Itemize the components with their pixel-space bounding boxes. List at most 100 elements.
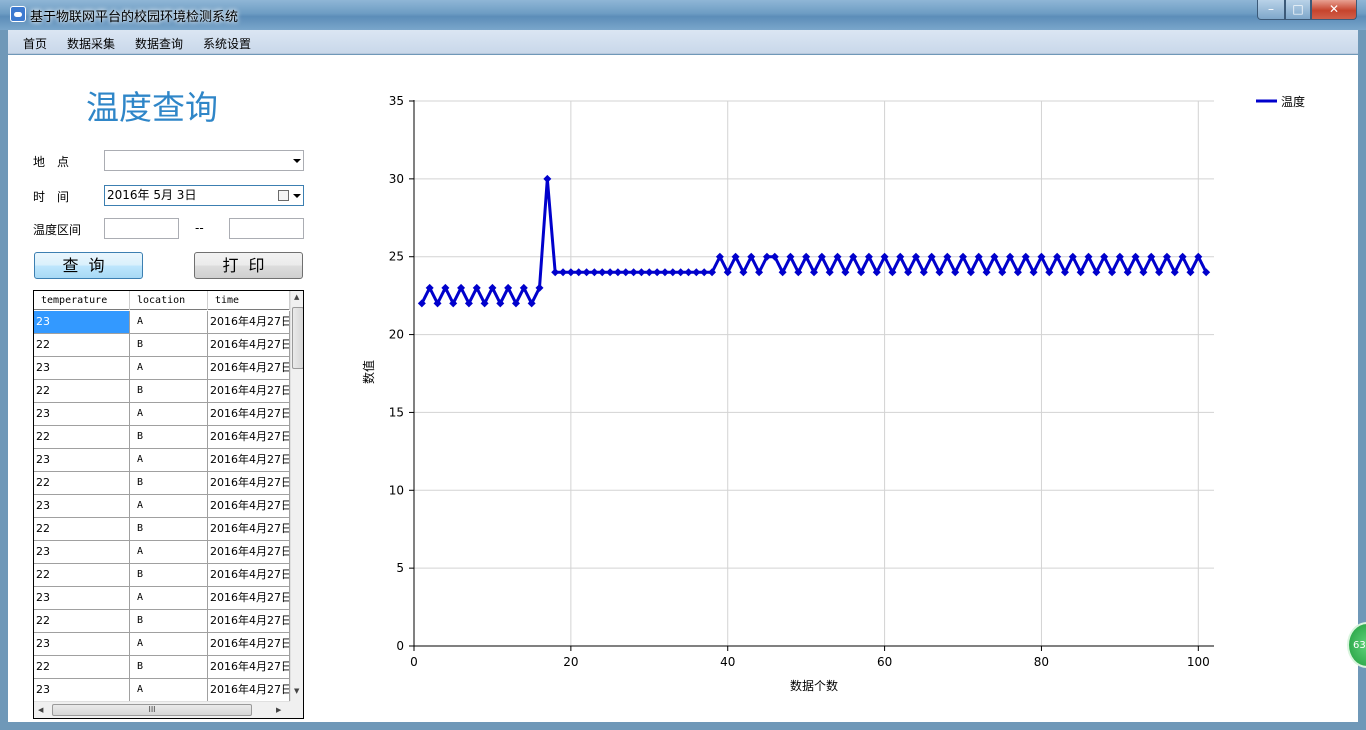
grid-cell-temperature[interactable]: 22	[34, 380, 130, 402]
grid-cell-time[interactable]: 2016年4月27日	[208, 403, 290, 425]
column-header-temperature[interactable]: temperature	[34, 291, 130, 310]
table-row[interactable]: 22 B 2016年4月27日	[34, 656, 290, 679]
title-bar[interactable]: 基于物联网平台的校园环境检测系统 – □ ✕	[0, 0, 1366, 30]
scroll-left-icon[interactable]: ◀	[38, 706, 43, 714]
table-row[interactable]: 23 A 2016年4月27日	[34, 403, 290, 426]
grid-cell-location[interactable]: A	[130, 587, 208, 609]
grid-cell-temperature[interactable]: 23	[34, 541, 130, 563]
grid-cell-location[interactable]: A	[130, 403, 208, 425]
grid-cell-temperature[interactable]: 22	[34, 334, 130, 356]
menu-item-home[interactable]: 首页	[23, 35, 47, 52]
temp-range-from-input[interactable]	[104, 218, 179, 239]
grid-cell-temperature[interactable]: 22	[34, 426, 130, 448]
grid-cell-location[interactable]: A	[130, 357, 208, 379]
table-row[interactable]: 23 A 2016年4月27日	[34, 679, 290, 701]
grid-cell-time[interactable]: 2016年4月27日	[208, 472, 290, 494]
grid-cell-time[interactable]: 2016年4月27日	[208, 587, 290, 609]
table-row[interactable]: 23 A 2016年4月27日	[34, 633, 290, 656]
grid-cell-location[interactable]: A	[130, 495, 208, 517]
grid-cell-time[interactable]: 2016年4月27日	[208, 679, 290, 701]
grid-cell-time[interactable]: 2016年4月27日	[208, 633, 290, 655]
grid-cell-location[interactable]: A	[130, 679, 208, 701]
table-row[interactable]: 23 A 2016年4月27日	[34, 587, 290, 610]
column-header-location[interactable]: location	[130, 291, 208, 310]
menu-item-system-settings[interactable]: 系统设置	[203, 35, 251, 52]
grid-cell-time[interactable]: 2016年4月27日	[208, 380, 290, 402]
table-row[interactable]: 22 B 2016年4月27日	[34, 518, 290, 541]
grid-cell-time[interactable]: 2016年4月27日	[208, 426, 290, 448]
grid-cell-location[interactable]: B	[130, 426, 208, 448]
table-row[interactable]: 23 A 2016年4月27日	[34, 357, 290, 380]
data-grid[interactable]: temperature location time 23 A 2016年4月27日 2…	[33, 290, 304, 719]
grid-cell-temperature[interactable]: 23	[34, 311, 130, 333]
temp-range-to-input[interactable]	[229, 218, 304, 239]
table-row[interactable]: 22 B 2016年4月27日	[34, 380, 290, 403]
table-row[interactable]: 22 B 2016年4月27日	[34, 472, 290, 495]
table-row[interactable]: 23 A 2016年4月27日	[34, 541, 290, 564]
grid-cell-temperature[interactable]: 23	[34, 633, 130, 655]
grid-cell-location[interactable]: B	[130, 334, 208, 356]
table-row[interactable]: 22 B 2016年4月27日	[34, 610, 290, 633]
maximize-button[interactable]: □	[1285, 0, 1311, 20]
grid-cell-temperature[interactable]: 22	[34, 656, 130, 678]
menu-bar: 首页 数据采集 数据查询 系统设置	[8, 30, 1358, 54]
grid-cell-temperature[interactable]: 23	[34, 357, 130, 379]
grid-cell-location[interactable]: A	[130, 633, 208, 655]
grid-cell-time[interactable]: 2016年4月27日	[208, 334, 290, 356]
chevron-down-icon[interactable]	[293, 194, 301, 198]
grid-cell-temperature[interactable]: 23	[34, 495, 130, 517]
grid-cell-time[interactable]: 2016年4月27日	[208, 311, 290, 333]
grid-cell-time[interactable]: 2016年4月27日	[208, 656, 290, 678]
grid-cell-location[interactable]: B	[130, 472, 208, 494]
grid-cell-temperature[interactable]: 22	[34, 518, 130, 540]
grid-cell-time[interactable]: 2016年4月27日	[208, 449, 290, 471]
menu-item-data-collect[interactable]: 数据采集	[67, 35, 115, 52]
grid-cell-time[interactable]: 2016年4月27日	[208, 610, 290, 632]
grid-cell-location[interactable]: A	[130, 311, 208, 333]
close-button[interactable]: ✕	[1311, 0, 1357, 20]
minimize-button[interactable]: –	[1257, 0, 1285, 20]
grid-cell-temperature[interactable]: 23	[34, 449, 130, 471]
grid-cell-location[interactable]: B	[130, 610, 208, 632]
grid-cell-time[interactable]: 2016年4月27日	[208, 495, 290, 517]
query-button[interactable]: 查询	[34, 252, 143, 279]
vertical-scrollbar[interactable]: ▲ ▼	[290, 291, 303, 701]
grid-cell-time[interactable]: 2016年4月27日	[208, 541, 290, 563]
grid-cell-time[interactable]: 2016年4月27日	[208, 357, 290, 379]
location-select[interactable]	[104, 150, 304, 171]
table-row[interactable]: 22 B 2016年4月27日	[34, 334, 290, 357]
grid-cell-location[interactable]: B	[130, 656, 208, 678]
menu-item-data-query[interactable]: 数据查询	[135, 35, 183, 52]
table-row[interactable]: 23 A 2016年4月27日	[34, 495, 290, 518]
grid-cell-temperature[interactable]: 22	[34, 610, 130, 632]
grid-cell-location[interactable]: A	[130, 541, 208, 563]
table-row[interactable]: 22 B 2016年4月27日	[34, 564, 290, 587]
scroll-right-icon[interactable]: ▶	[276, 706, 281, 714]
grid-cell-time[interactable]: 2016年4月27日	[208, 564, 290, 586]
print-button[interactable]: 打印	[194, 252, 303, 279]
table-row[interactable]: 23 A 2016年4月27日	[34, 449, 290, 472]
table-row[interactable]: 23 A 2016年4月27日	[34, 311, 290, 334]
grid-cell-temperature[interactable]: 23	[34, 403, 130, 425]
data-point	[629, 268, 638, 277]
grid-cell-temperature[interactable]: 23	[34, 679, 130, 701]
scroll-down-icon[interactable]: ▼	[294, 687, 299, 695]
grid-cell-location[interactable]: A	[130, 449, 208, 471]
chevron-down-icon[interactable]	[293, 159, 301, 163]
time-label: 时 间	[33, 190, 70, 204]
vertical-scroll-thumb[interactable]	[292, 307, 303, 369]
calendar-icon[interactable]	[278, 190, 289, 201]
grid-cell-time[interactable]: 2016年4月27日	[208, 518, 290, 540]
grid-cell-temperature[interactable]: 22	[34, 472, 130, 494]
table-row[interactable]: 22 B 2016年4月27日	[34, 426, 290, 449]
horizontal-scroll-thumb[interactable]: III	[52, 704, 252, 716]
grid-cell-location[interactable]: B	[130, 518, 208, 540]
column-header-time[interactable]: time	[208, 291, 290, 310]
horizontal-scrollbar[interactable]: ◀ III ▶	[34, 701, 290, 718]
date-picker[interactable]: 2016年 5月 3日	[104, 185, 304, 206]
grid-cell-temperature[interactable]: 22	[34, 564, 130, 586]
scroll-up-icon[interactable]: ▲	[294, 293, 299, 301]
grid-cell-location[interactable]: B	[130, 564, 208, 586]
grid-cell-temperature[interactable]: 23	[34, 587, 130, 609]
grid-cell-location[interactable]: B	[130, 380, 208, 402]
